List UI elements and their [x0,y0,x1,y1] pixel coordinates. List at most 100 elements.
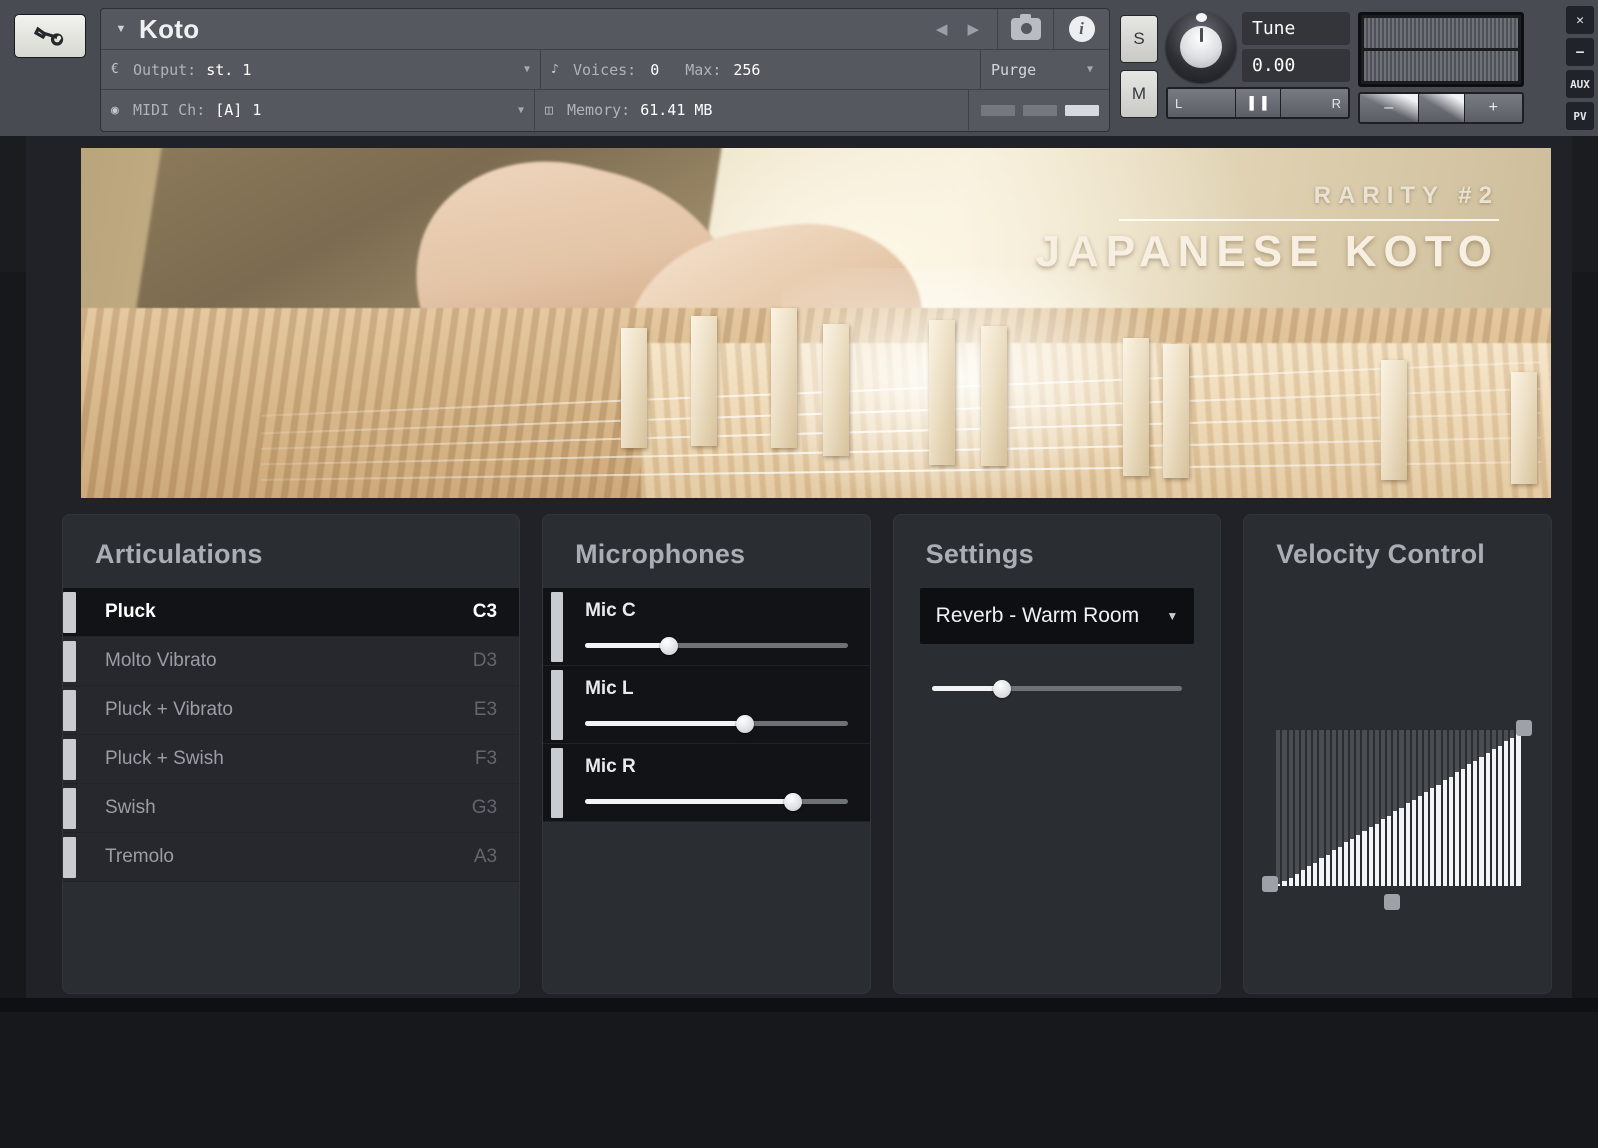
settings-body: Reverb - Warm Room ▼ [894,588,1221,696]
velocity-bar-fill [1399,808,1403,886]
memory-icon: ◫ [545,103,567,118]
mic-row-l: Mic L [543,666,870,744]
page-title: JAPANESE KOTO [1036,227,1499,277]
slider-knob[interactable] [736,715,754,733]
articulation-keyswitch: F3 [475,748,497,770]
purge-meters [969,90,1109,130]
snapshot-button[interactable] [997,9,1053,50]
purge-menu[interactable]: Purge ▼ [981,50,1109,89]
articulation-marker [63,641,76,682]
banner-divider [1119,219,1499,221]
tune-knob[interactable] [1166,12,1236,82]
mic-l-slider[interactable] [585,715,848,731]
slider-knob[interactable] [784,793,802,811]
midi-channel-selector[interactable]: ◉ MIDI Ch: [A] 1 ▼ [101,90,535,130]
mic-row-c: Mic C [543,588,870,666]
velocity-bar [1307,730,1311,886]
volume-control[interactable]: – + [1358,92,1524,124]
wrench-icon[interactable] [14,14,86,58]
volume-decrease-button[interactable]: – [1360,94,1419,122]
info-icon: i [1069,16,1095,42]
voices-icon: ♪ [551,62,573,77]
preset-nav: ◀ ▶ [936,20,997,38]
articulation-item-pluck-swish[interactable]: Pluck + Swish F3 [63,735,519,784]
velocity-bar [1504,730,1508,886]
articulation-marker [63,837,76,878]
volume-increase-button[interactable]: + [1465,94,1523,122]
velocity-bar-fill [1313,863,1317,886]
solo-button[interactable]: S [1120,15,1158,63]
velocity-bar-fill [1369,827,1373,886]
articulation-list: Pluck C3 Molto Vibrato D3 Pluck + Vibrat… [63,588,519,882]
articulations-title: Articulations [63,515,519,588]
meter-volume-group: – + [1358,10,1524,124]
articulation-label: Molto Vibrato [105,650,473,672]
velocity-bar-fill [1350,839,1354,886]
velocity-bar [1430,730,1434,886]
bottom-strip [0,998,1598,1012]
mute-button[interactable]: M [1120,70,1158,118]
midi-icon: ◉ [111,103,133,118]
chevron-down-icon[interactable]: ▼ [1087,64,1099,75]
banner-bridge-8 [1163,344,1189,478]
chevron-down-icon[interactable]: ▼ [1166,609,1178,623]
velocity-bar [1406,730,1410,886]
triangle-down-icon[interactable]: ▼ [101,23,135,35]
articulation-item-swish[interactable]: Swish G3 [63,784,519,833]
reverb-amount-slider[interactable] [932,680,1183,696]
info-button[interactable]: i [1053,9,1109,50]
meter-channel-right [1364,51,1518,81]
slider-knob[interactable] [993,680,1011,698]
voices-display: ♪ Voices: 0 Max: 256 [541,50,981,89]
microphones-title: Microphones [543,515,870,588]
articulation-item-tremolo[interactable]: Tremolo A3 [63,833,519,882]
mic-r-slider[interactable] [585,793,848,809]
chevron-down-icon[interactable]: ▼ [524,64,530,75]
minimize-button[interactable]: – [1566,38,1594,66]
aux-button[interactable]: AUX [1566,70,1594,98]
mic-label: Mic L [585,678,848,700]
purge-meter-2 [1023,105,1057,116]
panel-settings: Settings Reverb - Warm Room ▼ [893,514,1222,994]
output-selector[interactable]: € Output: st. 1 ▼ [101,50,541,89]
velocity-bar-fill [1424,792,1428,886]
articulation-item-pluck-vibrato[interactable]: Pluck + Vibrato E3 [63,686,519,735]
slider-fill [932,686,1002,691]
purge-meter-3 [1065,105,1099,116]
articulation-item-pluck[interactable]: Pluck C3 [63,588,519,637]
velocity-bar-fill [1332,850,1336,886]
slider-fill [585,643,669,648]
slider-fill [585,799,792,804]
velocity-bar-fill [1344,842,1348,886]
articulation-item-molto-vibrato[interactable]: Molto Vibrato D3 [63,637,519,686]
instrument-banner: RARITY #2 JAPANESE KOTO [81,148,1551,498]
velocity-bar-fill [1387,816,1391,886]
output-value: st. 1 [206,61,251,79]
instrument-header-panel: ▼ Koto ◀ ▶ i € Output: st. 1 ▼ ♪ Voices [100,8,1110,132]
prev-arrow-icon[interactable]: ◀ [936,20,948,38]
velocity-bar [1455,730,1459,886]
pan-control[interactable]: L ▌▐ R [1166,87,1350,119]
volume-plus-label: + [1489,99,1498,117]
velocity-bar [1449,730,1453,886]
close-button[interactable]: ✕ [1566,6,1594,34]
slider-knob[interactable] [660,637,678,655]
velocity-bar [1295,730,1299,886]
velocity-min-handle[interactable] [1262,876,1278,892]
tune-value[interactable]: 0.00 [1242,49,1350,82]
articulation-label: Pluck + Vibrato [105,699,474,721]
velocity-bar [1479,730,1483,886]
velocity-curve-handle[interactable] [1384,894,1400,910]
velocity-curve-graph[interactable] [1276,730,1520,886]
pv-button[interactable]: PV [1566,102,1594,130]
purge-label: Purge [991,61,1036,79]
articulation-keyswitch: C3 [473,601,497,623]
mic-c-slider[interactable] [585,637,848,653]
control-panels: Articulations Pluck C3 Molto Vibrato D3 [62,514,1552,994]
next-arrow-icon[interactable]: ▶ [967,20,979,38]
velocity-max-handle[interactable] [1516,720,1532,736]
pan-center-icon[interactable]: ▌▐ [1236,89,1280,117]
chevron-down-icon[interactable]: ▼ [518,105,524,116]
pan-left-label: L [1168,89,1236,117]
reverb-preset-dropdown[interactable]: Reverb - Warm Room ▼ [920,588,1195,644]
